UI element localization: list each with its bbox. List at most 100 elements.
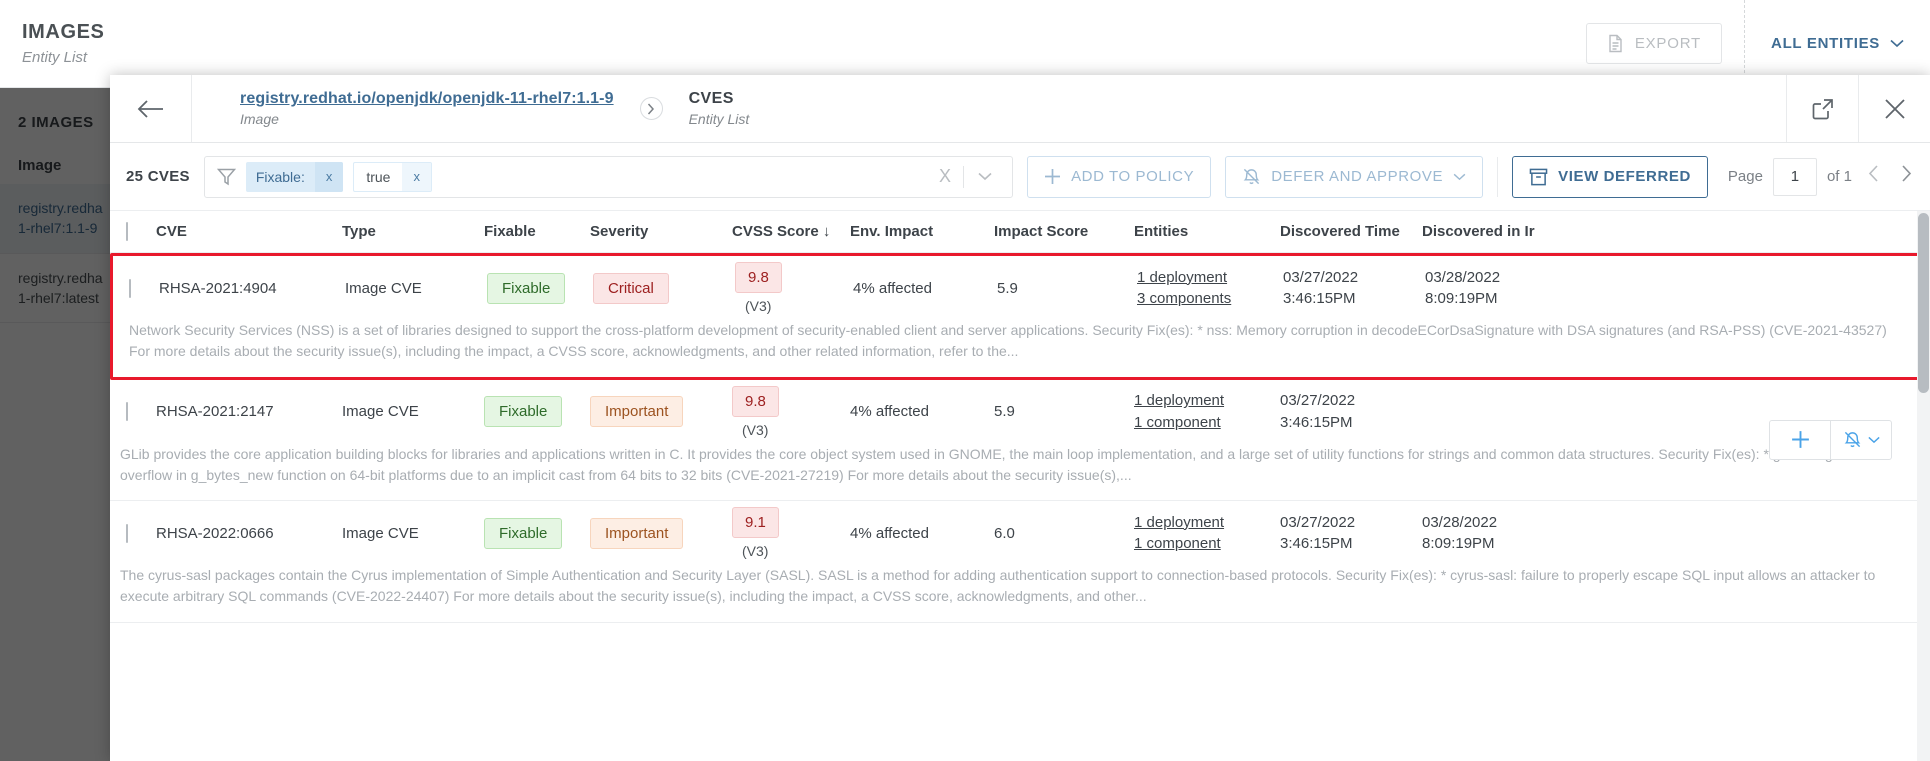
column-header-type[interactable]: Type xyxy=(342,223,484,240)
close-panel-button[interactable] xyxy=(1858,75,1930,142)
severity-badge: Important xyxy=(590,517,684,549)
cell-type: Image CVE xyxy=(345,279,422,297)
export-label: EXPORT xyxy=(1634,35,1702,52)
fixable-badge: Fixable xyxy=(484,396,563,428)
cell-cvss-score: 9.8 (V3) xyxy=(732,385,850,438)
cve-table: CVE Type Fixable Severity CVSS Score ↓ E… xyxy=(110,211,1930,761)
cell-env-impact: 4% affected xyxy=(850,403,929,421)
row-description: The cyrus-sasl packages contain the Cyru… xyxy=(120,567,1876,605)
open-external-button[interactable] xyxy=(1786,75,1858,142)
breadcrumb: registry.redhat.io/openjdk/openjdk-11-rh… xyxy=(192,75,1786,142)
cell-type: Image CVE xyxy=(342,524,419,542)
entity-link-components[interactable]: 1 component xyxy=(1134,412,1280,433)
cve-toolbar: 25 CVES Fixable: x true x X ADD TO POLIC… xyxy=(110,143,1930,211)
arrow-left-icon xyxy=(137,99,165,119)
cell-entities: 1 deployment 1 component xyxy=(1134,390,1280,433)
entity-link-deployments[interactable]: 1 deployment xyxy=(1137,267,1283,288)
row-checkbox-cell[interactable] xyxy=(113,278,159,298)
row-checkbox[interactable] xyxy=(126,402,128,422)
vertical-scrollbar[interactable] xyxy=(1917,211,1930,761)
fixable-badge: Fixable xyxy=(484,517,563,549)
all-entities-label: ALL ENTITIES xyxy=(1771,35,1880,52)
column-header-cve[interactable]: CVE xyxy=(156,223,342,240)
select-all-checkbox-cell[interactable] xyxy=(110,222,156,241)
page-total: of 1 xyxy=(1826,168,1852,185)
entity-link-deployments[interactable]: 1 deployment xyxy=(1134,390,1280,411)
filter-chip-value[interactable]: true x xyxy=(353,161,432,192)
column-header-cvss-score[interactable]: CVSS Score ↓ xyxy=(732,223,850,240)
table-row[interactable]: RHSA-2021:4904 Image CVE Fixable Critica… xyxy=(110,253,1930,380)
column-header-env-impact[interactable]: Env. Impact xyxy=(850,223,994,240)
cell-severity: Important xyxy=(590,517,732,549)
page-number-input[interactable]: 1 xyxy=(1772,157,1817,196)
archive-icon xyxy=(1529,168,1548,186)
discovered-in-image-clock: 8:09:19PM xyxy=(1422,535,1495,553)
pagination: Page 1 of 1 xyxy=(1722,157,1918,196)
row-checkbox[interactable] xyxy=(126,523,128,543)
header-actions: EXPORT ALL ENTITIES xyxy=(1585,0,1930,88)
add-to-policy-button[interactable]: ADD TO POLICY xyxy=(1027,155,1212,198)
table-row[interactable]: RHSA-2021:2147 Image CVE Fixable Importa… xyxy=(110,380,1930,502)
next-page-button[interactable] xyxy=(1895,165,1918,188)
row-checkbox-cell[interactable] xyxy=(110,402,156,422)
cell-cve: RHSA-2021:4904 xyxy=(159,279,277,297)
discovered-date: 03/27/2022 xyxy=(1280,513,1356,531)
discovered-clock: 3:46:15PM xyxy=(1283,290,1356,307)
row-hover-actions xyxy=(1769,419,1892,460)
cvss-version: (V3) xyxy=(742,421,769,438)
discovered-clock: 3:46:15PM xyxy=(1280,413,1353,431)
scrollbar-thumb[interactable] xyxy=(1918,213,1929,393)
cell-impact-score: 5.9 xyxy=(994,403,1015,421)
column-header-severity[interactable]: Severity xyxy=(590,223,732,240)
table-row-main: RHSA-2021:2147 Image CVE Fixable Importa… xyxy=(110,380,1930,460)
discovered-date: 03/27/2022 xyxy=(1280,392,1356,410)
severity-badge: Critical xyxy=(593,272,669,304)
filter-chip-key[interactable]: Fixable: x xyxy=(245,161,344,192)
severity-badge: Important xyxy=(590,396,684,428)
clear-filters-button[interactable]: X xyxy=(927,166,963,187)
cell-discovered-in-image: 03/28/2022 8:09:19PM xyxy=(1422,512,1582,555)
filter-dropdown-toggle[interactable] xyxy=(964,169,1006,184)
export-button[interactable]: EXPORT xyxy=(1585,23,1723,64)
previous-page-button[interactable] xyxy=(1862,165,1885,188)
row-add-to-policy-button[interactable] xyxy=(1770,421,1830,459)
column-header-fixable[interactable]: Fixable xyxy=(484,223,590,240)
filter-chip-value-remove[interactable]: x xyxy=(402,162,431,191)
back-button[interactable] xyxy=(110,75,192,142)
column-header-impact-score[interactable]: Impact Score xyxy=(994,223,1134,240)
cell-severity: Important xyxy=(590,396,732,428)
table-row[interactable]: RHSA-2022:0666 Image CVE Fixable Importa… xyxy=(110,501,1930,623)
column-header-entities[interactable]: Entities xyxy=(1134,223,1280,240)
filter-search-bar[interactable]: Fixable: x true x X xyxy=(203,155,1014,198)
column-header-discovered-in-image[interactable]: Discovered in Ir xyxy=(1422,223,1582,240)
view-deferred-button[interactable]: VIEW DEFERRED xyxy=(1512,155,1708,198)
cell-severity: Critical xyxy=(593,272,735,304)
breadcrumb-current: CVES Entity List xyxy=(689,90,750,127)
row-checkbox-cell[interactable] xyxy=(110,523,156,543)
entity-link-components[interactable]: 3 components xyxy=(1137,288,1283,309)
row-checkbox[interactable] xyxy=(129,278,131,298)
cell-entities: 1 deployment 3 components xyxy=(1137,267,1283,310)
select-all-checkbox[interactable] xyxy=(126,222,128,241)
cell-fixable: Fixable xyxy=(484,517,590,549)
toolbar-divider xyxy=(1497,156,1499,197)
cell-entities: 1 deployment 1 component xyxy=(1134,512,1280,555)
cell-impact-score: 5.9 xyxy=(997,279,1018,297)
entity-link-components[interactable]: 1 component xyxy=(1134,533,1280,554)
filter-chip-key-remove[interactable]: x xyxy=(314,161,344,192)
table-header-row: CVE Type Fixable Severity CVSS Score ↓ E… xyxy=(110,211,1930,253)
all-entities-dropdown[interactable]: ALL ENTITIES xyxy=(1745,35,1930,52)
cell-discovered-time: 03/27/2022 3:46:15PM xyxy=(1280,390,1422,433)
column-header-discovered-time[interactable]: Discovered Time xyxy=(1280,223,1422,240)
entity-link-deployments[interactable]: 1 deployment xyxy=(1134,512,1280,533)
breadcrumb-parent[interactable]: registry.redhat.io/openjdk/openjdk-11-rh… xyxy=(240,90,614,127)
cell-fixable: Fixable xyxy=(487,272,593,304)
chevron-right-icon xyxy=(639,97,663,120)
table-row-main: RHSA-2022:0666 Image CVE Fixable Importa… xyxy=(110,501,1930,565)
cell-impact-score: 6.0 xyxy=(994,524,1015,542)
cell-cvss-score: 9.8 (V3) xyxy=(735,262,853,314)
defer-and-approve-button[interactable]: DEFER AND APPROVE xyxy=(1225,155,1484,198)
row-defer-button[interactable] xyxy=(1831,421,1891,459)
cvss-score-badge: 9.8 xyxy=(732,385,779,417)
breadcrumb-parent-link[interactable]: registry.redhat.io/openjdk/openjdk-11-rh… xyxy=(240,90,614,108)
